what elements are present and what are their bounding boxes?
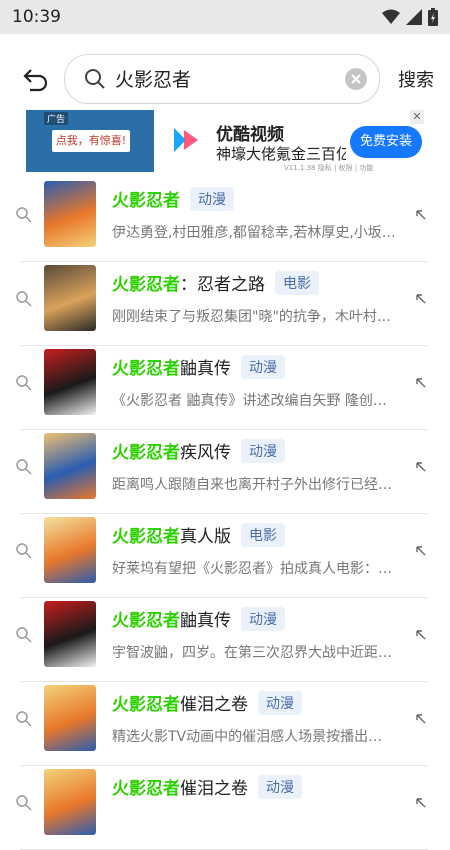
poster-thumbnail[interactable]	[44, 601, 96, 667]
title-rest: 催泪之卷	[180, 779, 248, 799]
result-title[interactable]: 火影忍者 鼬真传 动漫	[112, 606, 285, 631]
search-icon	[16, 207, 32, 223]
category-badge: 电影	[241, 522, 285, 547]
arrow-up-left-icon[interactable]	[414, 208, 428, 222]
arrow-up-left-icon[interactable]	[414, 460, 428, 474]
result-title[interactable]: 火影忍者 鼬真传 动漫	[112, 354, 285, 379]
result-row[interactable]: 火影忍者 真人版 电影 好莱坞有望把《火影忍者》拍成真人电影：…	[0, 514, 450, 598]
search-button[interactable]: 搜索	[398, 66, 434, 92]
ad-slogan: 神壕大佬氪金三百亿	[216, 145, 346, 163]
app-logo-icon	[174, 128, 198, 152]
arrow-up-left-icon[interactable]	[414, 628, 428, 642]
title-highlight: 火影忍者	[112, 611, 180, 631]
title-rest: 真人版	[180, 527, 231, 547]
result-row[interactable]: 火影忍者 动漫 伊达勇登,村田雅彦,都留稔幸,若林厚史,小坂…	[0, 178, 450, 262]
search-icon	[16, 375, 32, 391]
title-rest: 鼬真传	[180, 359, 231, 379]
result-row[interactable]: 火影忍者 催泪之卷 动漫 精选火影TV动画中的催泪感人场景按播出…	[0, 682, 450, 766]
search-icon	[16, 459, 32, 475]
ad-banner-text: 点我，有惊喜!	[52, 130, 130, 152]
poster-thumbnail[interactable]	[44, 685, 96, 751]
title-rest: ：忍者之路	[180, 275, 265, 295]
ad-app-name: 优酷视频	[216, 125, 284, 145]
title-highlight: 火影忍者	[112, 527, 180, 547]
search-query[interactable]: 火影忍者	[115, 65, 191, 92]
result-title[interactable]: 火影忍者 ：忍者之路 电影	[112, 270, 319, 295]
category-badge: 动漫	[190, 186, 234, 211]
signal-icon	[406, 9, 422, 25]
search-bar: 火影忍者 搜索	[0, 52, 450, 106]
result-title[interactable]: 火影忍者 催泪之卷 动漫	[112, 774, 302, 799]
title-rest: 鼬真传	[180, 611, 231, 631]
ad-meta: V11.1.38 隐私 | 权限 | 功能	[284, 164, 374, 172]
ad-tag: 广告	[44, 112, 69, 125]
arrow-up-left-icon[interactable]	[414, 376, 428, 390]
back-arrow-icon[interactable]	[20, 64, 50, 94]
poster-thumbnail[interactable]	[44, 181, 96, 247]
close-ad-icon[interactable]: ✕	[410, 110, 424, 124]
search-icon	[16, 543, 32, 559]
status-icons	[382, 8, 438, 26]
title-highlight: 火影忍者	[112, 275, 180, 295]
category-badge: 动漫	[258, 690, 302, 715]
result-row[interactable]: 火影忍者 鼬真传 动漫 《火影忍者 鼬真传》讲述改编自矢野 隆创…	[0, 346, 450, 430]
category-badge: 动漫	[258, 774, 302, 799]
poster-thumbnail[interactable]	[44, 517, 96, 583]
status-bar: 10:39	[0, 0, 450, 34]
result-title[interactable]: 火影忍者 真人版 电影	[112, 522, 285, 547]
poster-thumbnail[interactable]	[44, 769, 96, 835]
wifi-icon	[382, 9, 400, 24]
result-description: 宇智波鼬，四岁。在第三次忍界大战中近距…	[112, 645, 392, 661]
search-icon	[85, 69, 105, 89]
ad-thumbnail[interactable]: 广告 点我，有惊喜!	[26, 110, 154, 172]
result-row[interactable]: 火影忍者 鼬真传 动漫 宇智波鼬，四岁。在第三次忍界大战中近距…	[0, 598, 450, 682]
poster-thumbnail[interactable]	[44, 349, 96, 415]
title-rest: 催泪之卷	[180, 695, 248, 715]
battery-icon	[428, 8, 438, 26]
search-icon	[16, 627, 32, 643]
result-row[interactable]: 火影忍者 催泪之卷 动漫	[0, 766, 450, 850]
ad-banner[interactable]: 广告 点我，有惊喜! 优酷视频 神壕大佬氪金三百亿 V11.1.38 隐私 | …	[26, 110, 426, 172]
result-list: 火影忍者 动漫 伊达勇登,村田雅彦,都留稔幸,若林厚史,小坂… 火影忍者 ：忍者…	[0, 178, 450, 850]
title-highlight: 火影忍者	[112, 191, 180, 211]
category-badge: 动漫	[241, 354, 285, 379]
category-badge: 动漫	[241, 438, 285, 463]
install-button[interactable]: 免费安装	[350, 126, 422, 158]
search-icon	[16, 291, 32, 307]
arrow-up-left-icon[interactable]	[414, 712, 428, 726]
result-description: 距离鸣人跟随自来也离开村子外出修行已经…	[112, 477, 392, 493]
result-row[interactable]: 火影忍者 疾风传 动漫 距离鸣人跟随自来也离开村子外出修行已经…	[0, 430, 450, 514]
title-highlight: 火影忍者	[112, 443, 180, 463]
result-title[interactable]: 火影忍者 催泪之卷 动漫	[112, 690, 302, 715]
title-highlight: 火影忍者	[112, 359, 180, 379]
poster-thumbnail[interactable]	[44, 265, 96, 331]
result-title[interactable]: 火影忍者 疾风传 动漫	[112, 438, 285, 463]
result-title[interactable]: 火影忍者 动漫	[112, 186, 234, 211]
arrow-up-left-icon[interactable]	[414, 544, 428, 558]
result-description: 刚刚结束了与叛忍集团"晓"的抗争，木叶村…	[112, 309, 391, 325]
search-icon	[16, 711, 32, 727]
result-description: 《火影忍者 鼬真传》讲述改编自矢野 隆创…	[112, 393, 387, 409]
poster-thumbnail[interactable]	[44, 433, 96, 499]
result-description: 好莱坞有望把《火影忍者》拍成真人电影：…	[112, 561, 392, 577]
arrow-up-left-icon[interactable]	[414, 796, 428, 810]
category-badge: 电影	[275, 270, 319, 295]
result-description: 精选火影TV动画中的催泪感人场景按播出…	[112, 729, 383, 745]
clear-icon	[351, 74, 361, 84]
category-badge: 动漫	[241, 606, 285, 631]
result-row[interactable]: 火影忍者 ：忍者之路 电影 刚刚结束了与叛忍集团"晓"的抗争，木叶村…	[0, 262, 450, 346]
search-input[interactable]: 火影忍者	[64, 54, 380, 104]
title-highlight: 火影忍者	[112, 779, 180, 799]
clear-button[interactable]	[345, 68, 367, 90]
status-time: 10:39	[12, 7, 61, 27]
title-highlight: 火影忍者	[112, 695, 180, 715]
result-description: 伊达勇登,村田雅彦,都留稔幸,若林厚史,小坂…	[112, 225, 396, 241]
arrow-up-left-icon[interactable]	[414, 292, 428, 306]
title-rest: 疾风传	[180, 443, 231, 463]
